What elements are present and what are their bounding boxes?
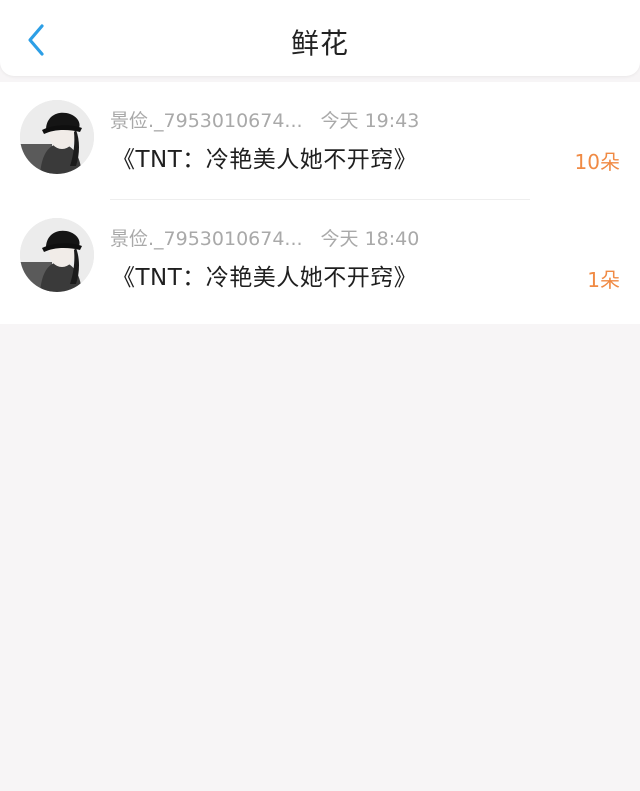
avatar[interactable] <box>20 218 94 292</box>
avatar-photo-icon <box>20 100 94 174</box>
item-meta: 景俭._7953010674... 今天 18:40 <box>110 224 419 251</box>
list-item[interactable]: 景俭._7953010674... 今天 19:43 《TNT：冷艳美人她不开窍》… <box>0 82 640 200</box>
book-title[interactable]: 《TNT：冷艳美人她不开窍》 <box>112 140 417 174</box>
flower-count: 1朵 <box>587 268 620 292</box>
avatar-photo-icon <box>20 218 94 292</box>
page: 鲜花 景俭._7953010674... 今天 19:43 《TNT：冷艳美人她不… <box>0 0 640 791</box>
top-bar: 鲜花 <box>0 0 640 76</box>
page-title: 鲜花 <box>290 27 349 60</box>
list-item[interactable]: 景俭._7953010674... 今天 18:40 《TNT：冷艳美人她不开窍》… <box>0 200 640 318</box>
username[interactable]: 景俭._7953010674... <box>110 228 303 250</box>
flower-list: 景俭._7953010674... 今天 19:43 《TNT：冷艳美人她不开窍》… <box>0 82 640 324</box>
avatar[interactable] <box>20 100 94 174</box>
timestamp: 今天 19:43 <box>320 110 420 132</box>
timestamp: 今天 18:40 <box>320 228 420 250</box>
flower-count: 10朵 <box>574 150 620 174</box>
username[interactable]: 景俭._7953010674... <box>110 110 303 132</box>
item-meta: 景俭._7953010674... 今天 19:43 <box>110 106 419 133</box>
book-title[interactable]: 《TNT：冷艳美人她不开窍》 <box>112 258 417 292</box>
